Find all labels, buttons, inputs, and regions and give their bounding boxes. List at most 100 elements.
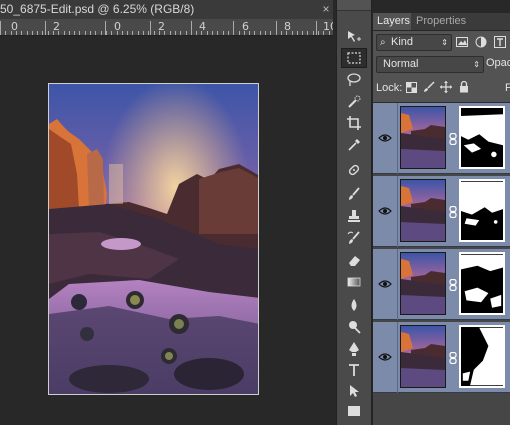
mask-link-icon[interactable]: [449, 205, 457, 219]
document-photo[interactable]: [48, 83, 259, 395]
path-selection-tool-icon[interactable]: [341, 381, 367, 401]
document-tab-close-icon[interactable]: ×: [320, 1, 332, 17]
layer-row[interactable]: [373, 103, 510, 174]
ruler-tick: [85, 31, 86, 35]
ruler-tick: [201, 31, 202, 35]
ruler-tick: [127, 31, 128, 35]
layer-thumbnail[interactable]: [400, 325, 446, 388]
mask-link-icon[interactable]: [449, 278, 457, 292]
blur-tool-icon[interactable]: [341, 295, 367, 315]
healing-brush-tool-icon[interactable]: [341, 160, 367, 180]
ruler-tick: [53, 31, 54, 35]
visibility-eye-icon[interactable]: [378, 204, 392, 216]
type-filter-icon[interactable]: [493, 34, 507, 49]
filter-kind-value: Kind: [391, 36, 414, 48]
ruler-major-tick: [316, 21, 317, 35]
ruler-tick: [292, 31, 293, 35]
ruler-tick: [148, 31, 149, 35]
layer-thumbnail[interactable]: [400, 179, 446, 242]
ruler-major-tick: [0, 21, 1, 35]
ruler-tick: [117, 31, 118, 35]
search-icon: ⌕: [380, 37, 386, 48]
blend-mode-value: Normal: [383, 58, 419, 70]
eyedropper-tool-icon[interactable]: [341, 135, 367, 155]
ruler-tick: [313, 31, 314, 35]
layer-thumbnail[interactable]: [400, 252, 446, 315]
mask-link-icon[interactable]: [449, 132, 457, 146]
brush-tool-icon[interactable]: [341, 184, 367, 204]
layer-row[interactable]: [373, 249, 510, 320]
ruler-tick: [329, 31, 330, 35]
ruler-tick: [58, 31, 59, 35]
ruler-tick: [48, 31, 49, 35]
ruler-tick: [111, 31, 112, 35]
fill-label: F: [505, 82, 510, 94]
ruler-tick: [21, 31, 22, 35]
filter-kind-select[interactable]: ⌕ Kind ⇕: [376, 34, 452, 51]
lock-all-icon[interactable]: [457, 80, 471, 94]
ruler-major-tick: [45, 21, 46, 35]
image-filter-icon[interactable]: [455, 34, 469, 49]
tab-properties[interactable]: Properties: [412, 13, 466, 30]
eraser-tool-icon[interactable]: [341, 250, 367, 270]
move-tool-icon[interactable]: [341, 27, 367, 47]
tools-panel-grip[interactable]: [337, 0, 371, 11]
quick-selection-tool-icon[interactable]: [341, 92, 367, 112]
layer-row[interactable]: [373, 322, 510, 393]
crop-tool-icon[interactable]: [341, 113, 367, 133]
mask-link-icon[interactable]: [449, 351, 457, 365]
tab-layers[interactable]: Layers: [373, 13, 411, 30]
lasso-tool-icon[interactable]: [341, 70, 367, 90]
ruler-tick: [318, 31, 319, 35]
clone-stamp-tool-icon[interactable]: [341, 206, 367, 226]
tools-panel: [336, 0, 372, 425]
layer-mask-thumbnail[interactable]: [459, 325, 505, 388]
ruler-tick: [154, 31, 155, 35]
document-tab-title: 50_6875-Edit.psd @ 6.25% (RGB/8): [0, 2, 195, 16]
ruler-number: 10: [323, 20, 333, 33]
ruler-tick: [95, 31, 96, 35]
adjustment-filter-icon[interactable]: [474, 34, 488, 49]
history-brush-tool-icon[interactable]: [341, 228, 367, 248]
layer-row-divider: [397, 103, 398, 174]
canvas-area[interactable]: [0, 36, 333, 425]
marquee-tool-icon[interactable]: [341, 48, 367, 68]
ruler-tick: [302, 31, 303, 35]
layer-mask-thumbnail[interactable]: [459, 106, 505, 169]
visibility-eye-icon[interactable]: [378, 350, 392, 362]
visibility-eye-icon[interactable]: [378, 277, 392, 289]
ruler-tick: [223, 31, 224, 35]
ruler-tick: [90, 31, 91, 35]
blend-mode-select[interactable]: Normal ⇕: [376, 56, 484, 73]
ruler-tick: [101, 31, 102, 35]
pen-tool-icon[interactable]: [341, 339, 367, 359]
gradient-tool-icon[interactable]: [341, 272, 367, 292]
rectangle-tool-icon[interactable]: [341, 401, 367, 421]
ruler-tick: [207, 31, 208, 35]
type-tool-icon[interactable]: [341, 360, 367, 380]
ruler-tick: [244, 31, 245, 35]
ruler-tick: [27, 31, 28, 35]
lock-position-icon[interactable]: [439, 80, 453, 94]
dodge-tool-icon[interactable]: [341, 317, 367, 337]
ruler-tick: [217, 31, 218, 35]
layer-mask-thumbnail[interactable]: [459, 252, 505, 315]
layer-thumbnail[interactable]: [400, 106, 446, 169]
ruler-tick: [74, 31, 75, 35]
ruler-tick: [16, 31, 17, 35]
horizontal-ruler[interactable]: 0 2 0 2 4 6 8 10: [0, 19, 333, 36]
ruler-major-tick: [191, 21, 192, 35]
visibility-eye-icon[interactable]: [378, 131, 392, 143]
ruler-major-tick: [276, 21, 277, 35]
layer-row[interactable]: [373, 176, 510, 247]
ruler-tick: [260, 31, 261, 35]
layer-mask-thumbnail[interactable]: [459, 179, 505, 242]
ruler-tick: [175, 31, 176, 35]
lock-image-pixels-icon[interactable]: [422, 80, 436, 94]
ruler-major-tick: [105, 21, 106, 35]
document-tab[interactable]: 50_6875-Edit.psd @ 6.25% (RGB/8) ×: [0, 0, 333, 20]
lock-transparent-pixels-icon[interactable]: [404, 80, 418, 94]
ruler-tick: [265, 31, 266, 35]
ruler-tick: [32, 31, 33, 35]
ruler-tick: [138, 31, 139, 35]
